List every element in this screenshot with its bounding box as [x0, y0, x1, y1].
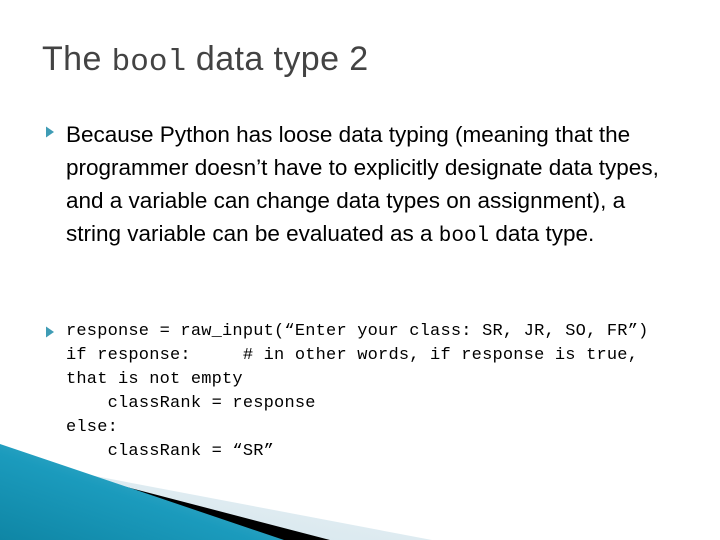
paragraph-text-after: data type. [489, 221, 595, 246]
page-title-suffix: data type 2 [186, 40, 369, 78]
decorative-wedge-black [0, 454, 330, 540]
page-title-prefix: The [42, 40, 112, 78]
page-title: The bool data type 2 [42, 38, 682, 84]
paragraph-inline-code: bool [438, 225, 490, 248]
page-title-code-term: bool [111, 45, 187, 80]
bullet-item-paragraph: Because Python has loose data typing (me… [44, 118, 670, 253]
code-snippet: response = raw_input(“Enter your class: … [66, 322, 649, 461]
decorative-wedge-pale [0, 458, 432, 540]
slide-canvas: The bool data type 2 Because Python has … [0, 0, 720, 540]
bullet-item-code: response = raw_input(“Enter your class: … [44, 320, 704, 464]
bullet-paragraph-text: Because Python has loose data typing (me… [66, 118, 666, 253]
triangle-right-bullet-icon [44, 320, 66, 339]
triangle-right-bullet-icon [44, 118, 66, 139]
